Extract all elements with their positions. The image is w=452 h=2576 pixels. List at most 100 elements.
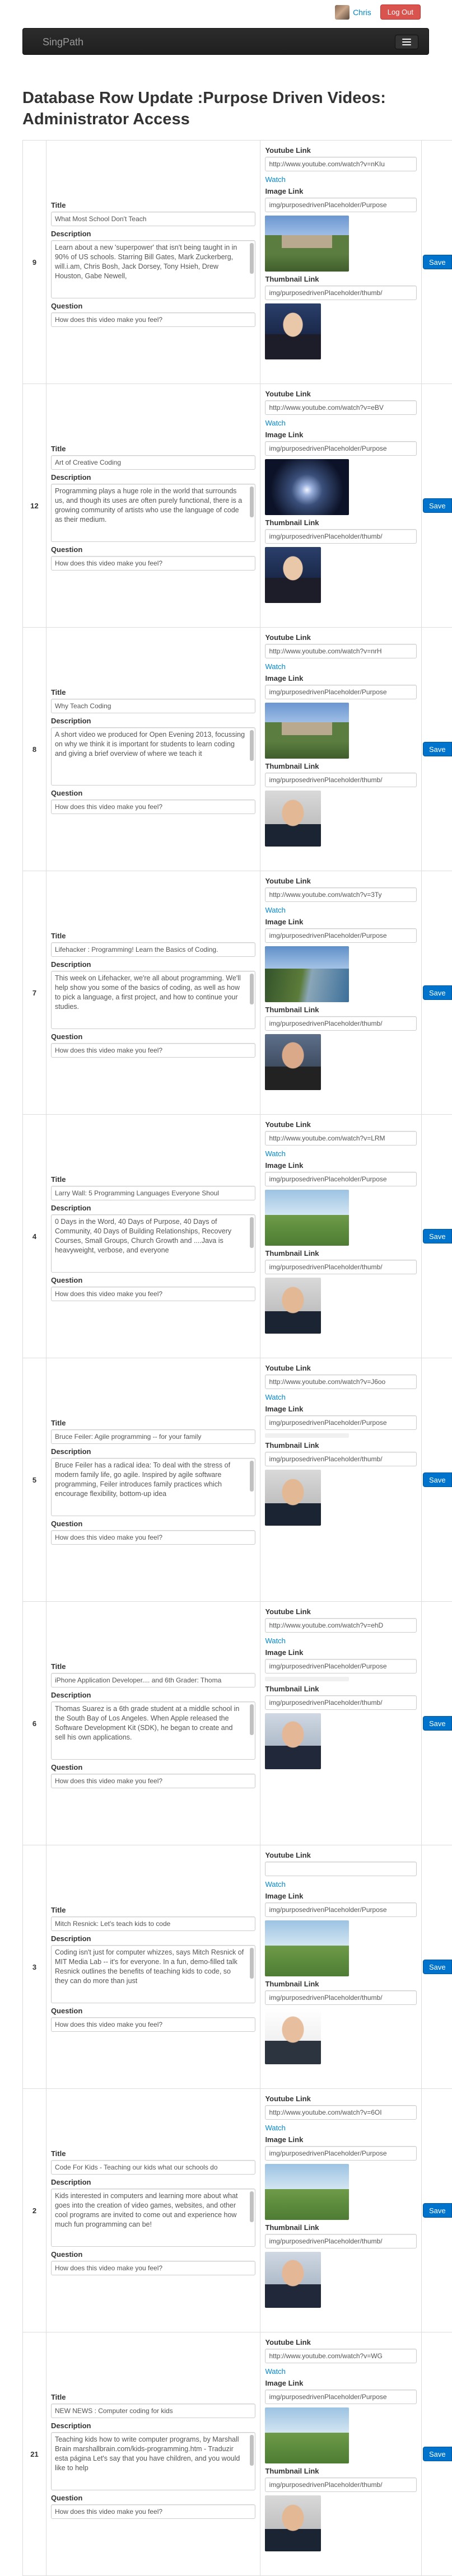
title-input[interactable]: What Most School Don't Teach: [50, 211, 256, 226]
image-link-input[interactable]: img/purposedrivenPlaceholder/Purpose: [265, 2390, 417, 2404]
question-input[interactable]: How does this video make you feel?: [50, 2260, 256, 2275]
youtube-link-input[interactable]: http://www.youtube.com/watch?v=J6oo: [265, 1375, 417, 1389]
description-textarea[interactable]: Coding isn't just for computer whizzes, …: [50, 1944, 256, 2003]
image-link-input[interactable]: img/purposedrivenPlaceholder/Purpose: [265, 2146, 417, 2161]
question-input[interactable]: How does this video make you feel?: [50, 1773, 256, 1788]
image-link-input[interactable]: img/purposedrivenPlaceholder/Purpose: [265, 1415, 417, 1430]
title-input[interactable]: Bruce Feiler: Agile programming -- for y…: [50, 1429, 256, 1444]
save-button[interactable]: Save: [422, 1229, 452, 1243]
youtube-link-input[interactable]: http://www.youtube.com/watch?v=3Ty: [265, 887, 417, 902]
save-button[interactable]: Save: [422, 2447, 452, 2461]
image-link-input[interactable]: img/purposedrivenPlaceholder/Purpose: [265, 928, 417, 943]
save-button[interactable]: Save: [422, 742, 452, 756]
description-textarea[interactable]: Thomas Suarez is a 6th grade student at …: [50, 1701, 256, 1760]
textarea-scrollbar[interactable]: [250, 242, 254, 274]
thumbnail-link-input[interactable]: img/purposedrivenPlaceholder/thumb/: [265, 529, 417, 544]
image-link-input[interactable]: img/purposedrivenPlaceholder/Purpose: [265, 685, 417, 699]
save-button[interactable]: Save: [422, 1716, 452, 1731]
thumbnail-link-input[interactable]: img/purposedrivenPlaceholder/thumb/: [265, 2234, 417, 2248]
watch-link[interactable]: Watch: [265, 419, 417, 427]
youtube-link-input[interactable]: http://www.youtube.com/watch?v=WG: [265, 2349, 417, 2363]
textarea-scrollbar[interactable]: [250, 2434, 254, 2466]
title-input[interactable]: Art of Creative Coding: [50, 455, 256, 470]
youtube-link-input[interactable]: http://www.youtube.com/watch?v=LRM: [265, 1131, 417, 1146]
title-input[interactable]: Lifehacker : Programming! Learn the Basi…: [50, 942, 256, 957]
description-textarea[interactable]: Programming plays a huge role in the wor…: [50, 483, 256, 542]
watch-link[interactable]: Watch: [265, 1149, 417, 1158]
youtube-link-input[interactable]: [265, 1862, 417, 1876]
thumbnail-link-input[interactable]: img/purposedrivenPlaceholder/thumb/: [265, 286, 417, 300]
save-button[interactable]: Save: [422, 255, 452, 269]
avatar[interactable]: [335, 4, 350, 20]
menu-toggle-button[interactable]: [395, 35, 418, 49]
description-textarea[interactable]: Learn about a new 'superpower' that isn'…: [50, 240, 256, 298]
save-button[interactable]: Save: [422, 1960, 452, 1974]
title-input[interactable]: iPhone Application Developer.... and 6th…: [50, 1672, 256, 1687]
description-textarea[interactable]: Kids interested in computers and learnin…: [50, 2188, 256, 2247]
description-textarea[interactable]: Bruce Feiler has a radical idea: To deal…: [50, 1457, 256, 1516]
question-input[interactable]: How does this video make you feel?: [50, 799, 256, 814]
description-textarea[interactable]: Teaching kids how to write computer prog…: [50, 2432, 256, 2490]
table-row: 2 Title Code For Kids - Teaching our kid…: [23, 2089, 452, 2332]
logout-button[interactable]: Log Out: [380, 4, 421, 20]
title-input[interactable]: Mitch Resnick: Let's teach kids to code: [50, 1916, 256, 1931]
save-button[interactable]: Save: [422, 2203, 452, 2218]
thumbnail-link-input[interactable]: img/purposedrivenPlaceholder/thumb/: [265, 1990, 417, 2005]
textarea-scrollbar[interactable]: [250, 973, 254, 1004]
textarea-scrollbar[interactable]: [250, 1217, 254, 1248]
textarea-scrollbar[interactable]: [250, 1460, 254, 1492]
youtube-link-input[interactable]: http://www.youtube.com/watch?v=ehD: [265, 1618, 417, 1633]
watch-link[interactable]: Watch: [265, 906, 417, 914]
question-input[interactable]: How does this video make you feel?: [50, 1042, 256, 1058]
question-input[interactable]: How does this video make you feel?: [50, 312, 256, 327]
watch-link[interactable]: Watch: [265, 175, 417, 184]
description-textarea[interactable]: 0 Days in the Word, 40 Days of Purpose, …: [50, 1214, 256, 1273]
textarea-scrollbar[interactable]: [250, 1947, 254, 1979]
youtube-link-input[interactable]: http://www.youtube.com/watch?v=6OI: [265, 2105, 417, 2120]
thumbnail-link-input[interactable]: img/purposedrivenPlaceholder/thumb/: [265, 773, 417, 787]
question-input[interactable]: How does this video make you feel?: [50, 555, 256, 571]
title-input[interactable]: Larry Wall: 5 Programming Languages Ever…: [50, 1185, 256, 1200]
save-button[interactable]: Save: [422, 1472, 452, 1487]
description-label: Description: [50, 716, 91, 725]
textarea-scrollbar[interactable]: [250, 1704, 254, 1735]
watch-link[interactable]: Watch: [265, 1637, 417, 1645]
thumbnail-link-input[interactable]: img/purposedrivenPlaceholder/thumb/: [265, 2477, 417, 2492]
image-link-input[interactable]: img/purposedrivenPlaceholder/Purpose: [265, 198, 417, 212]
save-button[interactable]: Save: [422, 498, 452, 513]
watch-link[interactable]: Watch: [265, 1880, 417, 1888]
textarea-scrollbar[interactable]: [250, 2191, 254, 2222]
title-input[interactable]: NEW NEWS : Computer coding for kids: [50, 2403, 256, 2418]
description-textarea[interactable]: A short video we produced for Open Eveni…: [50, 727, 256, 786]
image-link-input[interactable]: img/purposedrivenPlaceholder/Purpose: [265, 1659, 417, 1673]
youtube-link-input[interactable]: http://www.youtube.com/watch?v=nKIu: [265, 157, 417, 171]
textarea-scrollbar[interactable]: [250, 486, 254, 517]
brand-link[interactable]: SingPath: [43, 36, 83, 48]
save-button[interactable]: Save: [422, 985, 452, 1000]
thumbnail-link-input[interactable]: img/purposedrivenPlaceholder/thumb/: [265, 1452, 417, 1466]
row-media-fields: Youtube Link http://www.youtube.com/watc…: [260, 384, 422, 627]
watch-link[interactable]: Watch: [265, 2124, 417, 2132]
title-input[interactable]: Why Teach Coding: [50, 698, 256, 713]
watch-link[interactable]: Watch: [265, 2367, 417, 2376]
watch-link[interactable]: Watch: [265, 662, 417, 671]
question-input[interactable]: How does this video make you feel?: [50, 2504, 256, 2519]
thumbnail-link-input[interactable]: img/purposedrivenPlaceholder/thumb/: [265, 1016, 417, 1031]
thumbnail-link-input[interactable]: img/purposedrivenPlaceholder/thumb/: [265, 1260, 417, 1274]
description-textarea[interactable]: This week on Lifehacker, we're all about…: [50, 970, 256, 1029]
textarea-scrollbar[interactable]: [250, 730, 254, 761]
image-link-input[interactable]: img/purposedrivenPlaceholder/Purpose: [265, 441, 417, 456]
youtube-link-input[interactable]: http://www.youtube.com/watch?v=nrH: [265, 644, 417, 658]
thumbnail-link-input[interactable]: img/purposedrivenPlaceholder/thumb/: [265, 1695, 417, 1710]
question-input[interactable]: How does this video make you feel?: [50, 1530, 256, 1545]
question-input[interactable]: How does this video make you feel?: [50, 2017, 256, 2032]
watch-link[interactable]: Watch: [265, 1393, 417, 1401]
title-input[interactable]: Code For Kids - Teaching our kids what o…: [50, 2159, 256, 2175]
user-name-link[interactable]: Chris: [353, 8, 371, 17]
image-link-input[interactable]: img/purposedrivenPlaceholder/Purpose: [265, 1902, 417, 1917]
question-input[interactable]: How does this video make you feel?: [50, 1286, 256, 1301]
title-label: Title: [50, 2392, 66, 2401]
thumbnail-preview: [265, 2008, 321, 2064]
youtube-link-input[interactable]: http://www.youtube.com/watch?v=eBV: [265, 400, 417, 415]
image-link-input[interactable]: img/purposedrivenPlaceholder/Purpose: [265, 1172, 417, 1186]
